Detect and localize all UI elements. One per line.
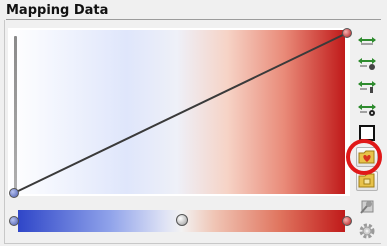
arrows-log-icon	[358, 58, 376, 70]
color-point-mid[interactable]	[176, 214, 188, 226]
opacity-point-high[interactable]	[342, 28, 352, 38]
log-scale-button[interactable]	[356, 53, 378, 73]
gear-icon	[359, 223, 375, 239]
scale-mode-button[interactable]	[356, 99, 378, 119]
opacity-curve-line	[13, 32, 348, 194]
annotation-circle	[346, 139, 382, 175]
linear-scale-button[interactable]	[356, 30, 378, 50]
wand-icon	[360, 200, 374, 214]
reset-button[interactable]	[356, 196, 378, 216]
folder-save-icon	[358, 173, 375, 188]
arrows-mode-icon	[358, 104, 376, 116]
opacity-point-low[interactable]	[9, 188, 19, 198]
settings-button[interactable]	[356, 221, 378, 241]
arrows-scale-icon	[358, 81, 376, 93]
arrows-distribute-icon	[358, 37, 376, 45]
scale-option-button[interactable]	[356, 76, 378, 96]
color-point-high[interactable]	[342, 216, 352, 226]
color-point-low[interactable]	[9, 216, 19, 226]
